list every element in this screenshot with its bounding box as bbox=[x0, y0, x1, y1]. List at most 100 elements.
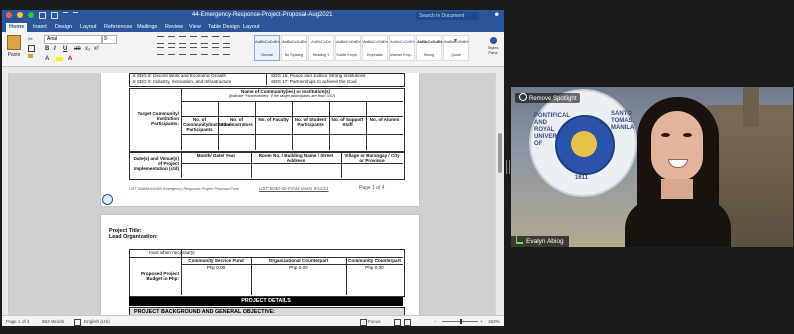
scrollbar-thumb[interactable] bbox=[498, 133, 502, 173]
paste-button[interactable]: Paste bbox=[5, 35, 23, 61]
align-center-icon[interactable] bbox=[168, 47, 175, 55]
cut-icon[interactable]: ✂ bbox=[28, 36, 33, 43]
line-spacing-icon[interactable] bbox=[201, 47, 208, 55]
search-field[interactable]: Search in Document bbox=[416, 12, 479, 20]
ust-seal-icon bbox=[102, 194, 113, 205]
bold-button[interactable]: B bbox=[45, 46, 49, 52]
quick-access-toolbar bbox=[6, 12, 78, 19]
panel-resize-handle[interactable] bbox=[506, 160, 510, 174]
web-layout-icon[interactable] bbox=[404, 319, 411, 326]
subscript-icon[interactable]: x₂ bbox=[85, 46, 90, 52]
redo-icon[interactable] bbox=[73, 12, 78, 17]
tab-mailings[interactable]: Mailings bbox=[134, 23, 160, 32]
underline-button[interactable]: U bbox=[63, 46, 67, 52]
zoom-in-icon[interactable]: + bbox=[480, 316, 483, 326]
styles-pane-label: Styles Pane bbox=[487, 45, 499, 55]
participant-name-badge: Evalyn Abiog bbox=[511, 236, 569, 247]
sort-icon[interactable] bbox=[212, 36, 219, 44]
venue-label: Date(s) and Venue(s) of Project Implemen… bbox=[133, 156, 179, 172]
bullets-icon[interactable] bbox=[157, 36, 164, 44]
vertical-ruler[interactable] bbox=[2, 73, 9, 315]
tab-design[interactable]: Design bbox=[52, 23, 75, 32]
tab-view[interactable]: View bbox=[186, 23, 204, 32]
styles-pane-button[interactable]: Styles Pane bbox=[485, 35, 501, 63]
format-painter-icon[interactable] bbox=[28, 54, 33, 58]
strikethrough-icon[interactable]: ab bbox=[74, 46, 81, 52]
style-name: Subtle Emph... bbox=[336, 53, 360, 57]
page-count[interactable]: Page 1 of 4 bbox=[6, 316, 30, 326]
column-header: No. of Student Participants bbox=[294, 117, 327, 128]
text-effects-icon[interactable]: A bbox=[45, 56, 49, 62]
undo-icon[interactable] bbox=[63, 12, 68, 17]
proofing-icon[interactable] bbox=[74, 319, 81, 326]
align-left-icon[interactable] bbox=[157, 47, 164, 55]
footer-form-code: UST:S040-00-FO44 rev01 9/11/21 bbox=[259, 186, 329, 191]
increase-indent-icon[interactable] bbox=[201, 36, 208, 44]
style-emphasis[interactable]: AaBbCcDdEe Emphasis bbox=[362, 35, 388, 61]
tab-table-layout[interactable]: Layout bbox=[240, 23, 263, 32]
font-color-icon[interactable]: A bbox=[68, 56, 72, 62]
save-icon[interactable] bbox=[51, 12, 58, 19]
numbering-icon[interactable] bbox=[168, 36, 175, 44]
justify-icon[interactable] bbox=[190, 47, 197, 55]
budget-header: Community Counterpart bbox=[348, 258, 401, 263]
home-icon[interactable] bbox=[39, 12, 46, 19]
style-heading-1[interactable]: AaBbCcDe Heading 1 bbox=[308, 35, 334, 61]
zoom-slider[interactable] bbox=[442, 319, 478, 324]
superscript-icon[interactable]: x² bbox=[94, 46, 99, 52]
budget-label: Proposed Project Budget in Php: bbox=[140, 271, 179, 282]
video-tile[interactable]: PONTIFICAL AND ROYAL UNIVERSITY OF SANTO… bbox=[511, 87, 793, 247]
decrease-indent-icon[interactable] bbox=[190, 36, 197, 44]
document-page-2: Project Title: Lead Organization: rows w… bbox=[101, 215, 419, 315]
sdg-item: 9 SDG 9: Industry, Innovation, and Infra… bbox=[133, 79, 232, 84]
tab-layout[interactable]: Layout bbox=[77, 23, 100, 32]
divider bbox=[255, 101, 256, 150]
language[interactable]: English (US) bbox=[84, 316, 110, 326]
focus-icon[interactable] bbox=[360, 319, 367, 326]
style-intense-emphasis[interactable]: AaBbCcDdEe Intense Emp... bbox=[389, 35, 415, 61]
document-canvas[interactable]: 8 SDG 8: Decent Work and Economic Growth… bbox=[9, 73, 495, 315]
venue-header: Room No. / Building Name / Street Addres… bbox=[258, 153, 334, 164]
print-layout-icon[interactable] bbox=[394, 319, 401, 326]
style-normal[interactable]: AaBbCcDdEe Normal bbox=[254, 35, 280, 61]
word-count[interactable]: 863 Words bbox=[42, 316, 64, 326]
align-right-icon[interactable] bbox=[179, 47, 186, 55]
multilevel-list-icon[interactable] bbox=[179, 36, 186, 44]
budget-value[interactable]: Php 0.00 bbox=[253, 265, 344, 270]
show-marks-icon[interactable] bbox=[223, 36, 230, 44]
font-size-select[interactable]: 9 bbox=[102, 35, 117, 44]
highlight-icon[interactable] bbox=[56, 57, 63, 61]
zoom-level[interactable]: 162% bbox=[488, 316, 500, 326]
italic-button[interactable]: I bbox=[54, 46, 56, 52]
style-no-spacing[interactable]: AaBbCcDdEe No Spacing bbox=[281, 35, 307, 61]
shading-icon[interactable] bbox=[212, 47, 219, 55]
tab-review[interactable]: Review bbox=[162, 23, 186, 32]
style-subtle-emphasis[interactable]: AaBbCcDdEe Subtle Emph... bbox=[335, 35, 361, 61]
zoom-out-icon[interactable]: − bbox=[434, 316, 437, 326]
close-dot-icon[interactable] bbox=[6, 12, 12, 18]
tab-references[interactable]: References bbox=[101, 23, 135, 32]
zoom-slider-thumb[interactable] bbox=[460, 319, 462, 324]
vertical-scrollbar[interactable] bbox=[496, 73, 504, 315]
zoom-dot-icon[interactable] bbox=[28, 12, 34, 18]
divider bbox=[346, 257, 347, 295]
tab-home[interactable]: Home bbox=[6, 23, 28, 32]
budget-value[interactable]: Php 0.00 bbox=[348, 265, 401, 270]
style-name: No Spacing bbox=[284, 53, 304, 57]
focus-label[interactable]: Focus bbox=[368, 316, 381, 326]
style-name: Quote bbox=[451, 53, 461, 57]
remove-spotlight-label: Remove Spotlight bbox=[529, 96, 577, 102]
styles-gallery-more-icon[interactable]: ▼ bbox=[453, 38, 458, 44]
budget-value[interactable]: Php 0.00 bbox=[183, 265, 249, 270]
tab-insert[interactable]: Insert bbox=[30, 23, 50, 32]
remove-spotlight-button[interactable]: Remove Spotlight bbox=[515, 93, 581, 103]
copy-icon[interactable] bbox=[28, 45, 35, 52]
divider bbox=[181, 152, 182, 178]
style-strong[interactable]: AaBbCcDdEe Strong bbox=[416, 35, 443, 61]
font-name-select[interactable]: Arial bbox=[44, 35, 102, 44]
divider bbox=[329, 101, 330, 150]
borders-icon[interactable] bbox=[223, 47, 230, 55]
share-user-icon[interactable]: ☻ bbox=[494, 12, 500, 18]
minimize-dot-icon[interactable] bbox=[17, 12, 23, 18]
tab-table-design[interactable]: Table Design bbox=[205, 23, 243, 32]
